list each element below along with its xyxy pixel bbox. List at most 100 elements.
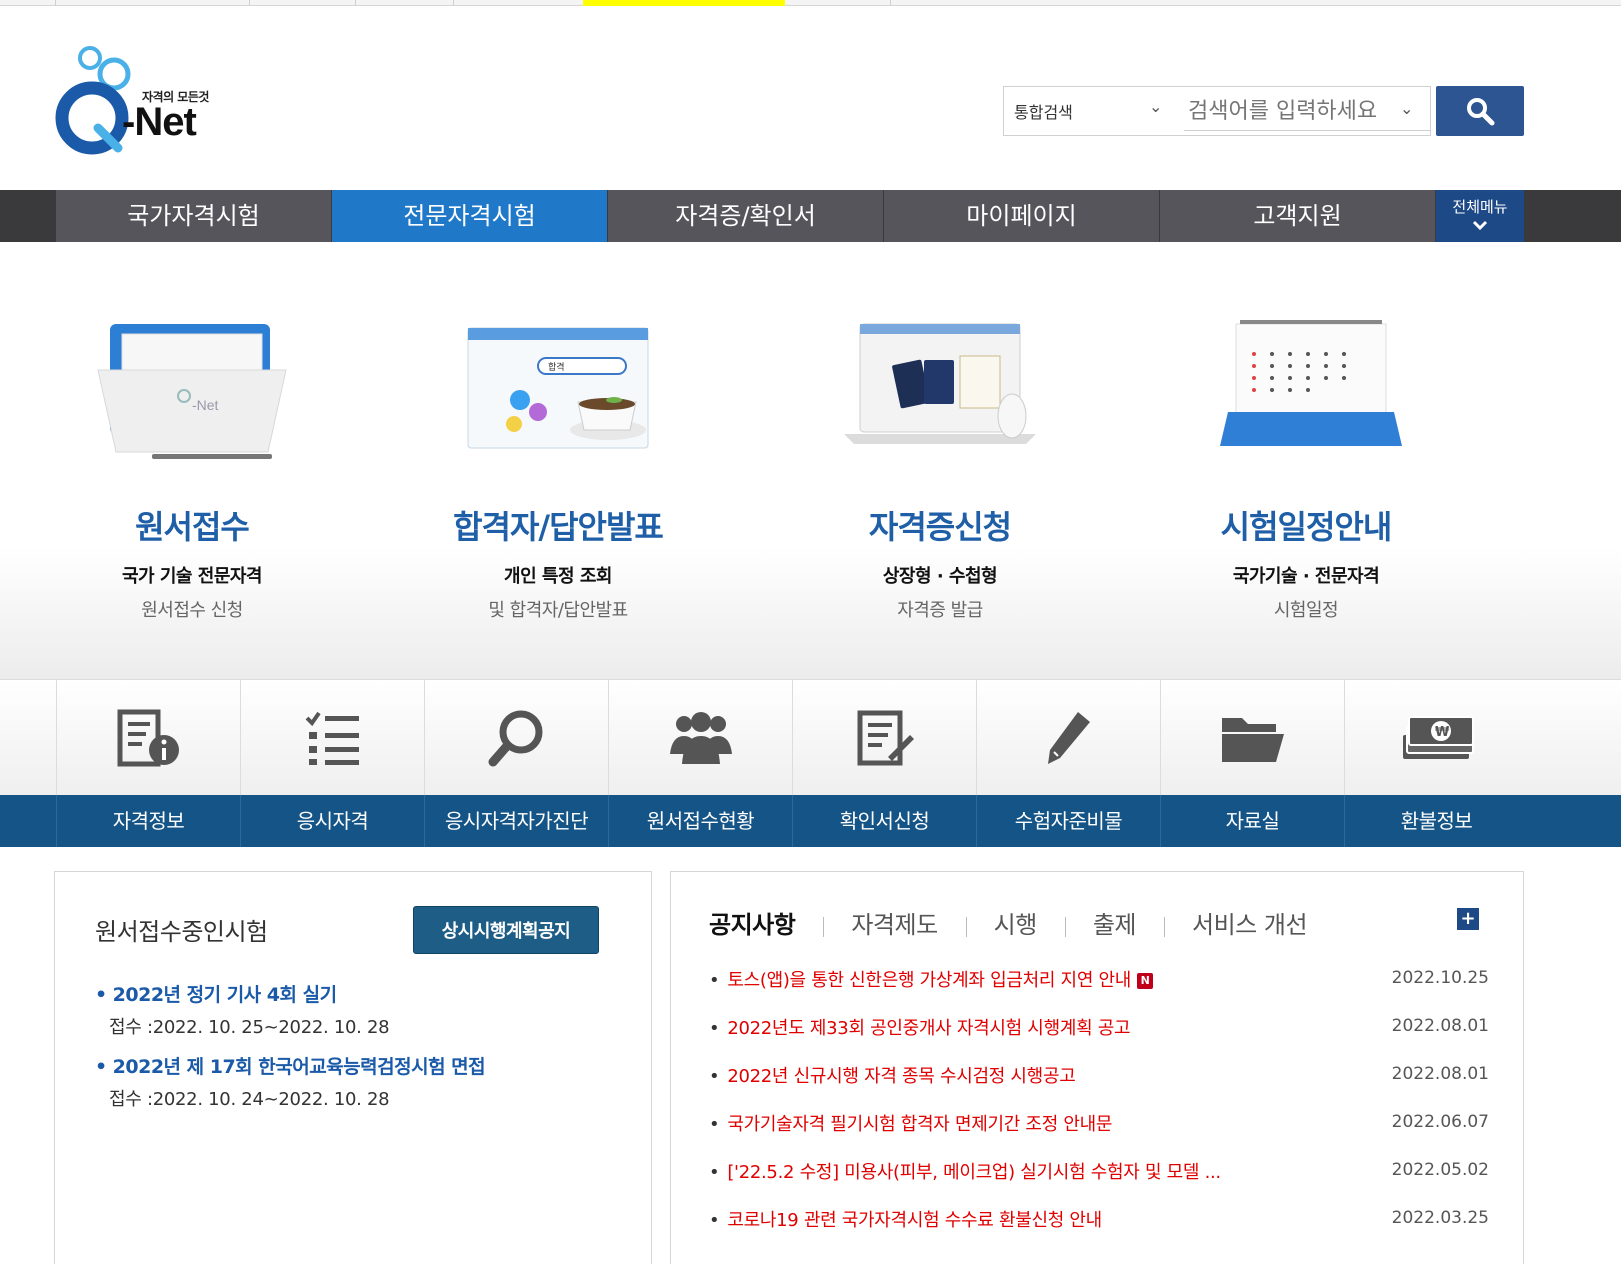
exam-item[interactable]: 2022년 제 17회 한국어교육능력검정시험 면접 접수 :2022. 10.… (95, 1052, 486, 1111)
browser-search-icon: 합격 (467, 327, 649, 449)
notice-date: 2022.05.02 (1391, 1160, 1489, 1180)
open-applications-panel: 원서접수중인시험 상시시행계획공지 2022년 정기 기사 4회 실기 접수 :… (54, 871, 652, 1264)
service-schedule[interactable]: 시험일정안내 국가기술 · 전문자격 시험일정 (1176, 300, 1436, 622)
chevron-down-icon (1472, 220, 1488, 231)
quick-qualification-info[interactable]: 자격정보 (56, 795, 240, 847)
gnb-professional-exam[interactable]: 전문자격시험 (332, 190, 608, 250)
notice-date: 2022.06.07 (1391, 1112, 1489, 1132)
notice-date: 2022.03.25 (1391, 1208, 1489, 1228)
service-application[interactable]: -Net 원서접수 국가 기술 전문자격 원서접수 신청 (62, 300, 322, 622)
chevron-down-icon[interactable]: ⌄ (1149, 97, 1162, 116)
quick-application-status[interactable]: 원서접수현황 (608, 795, 792, 847)
quick-icon-cell[interactable] (424, 680, 608, 796)
service-title: 시험일정안내 (1220, 508, 1393, 546)
service-description: 시험일정 (1273, 600, 1339, 621)
service-description: 원서접수 신청 (141, 600, 243, 621)
notice-title[interactable]: 국가기술자격 필기시험 합격자 면제기간 조정 안내문 (709, 1110, 1112, 1136)
gnb-national-exam[interactable]: 국가자격시험 (56, 190, 332, 242)
notice-row[interactable]: 토스(앱)을 통한 신한은행 가상계좌 입금처리 지연 안내N 2022.10.… (709, 966, 1489, 996)
gnb-mypage[interactable]: 마이페이지 (884, 190, 1160, 242)
all-menu-button[interactable]: 전체메뉴 (1436, 190, 1524, 242)
tab-administration[interactable]: 시행 (965, 905, 1065, 940)
notice-title[interactable]: ['22.5.2 수정] 미용사(피부, 메이크업) 실기시험 수험자 및 모델… (709, 1158, 1221, 1184)
calendar-icon (1220, 320, 1402, 446)
quick-icon-cell[interactable] (240, 680, 424, 796)
all-menu-label: 전체메뉴 (1452, 198, 1508, 216)
notice-row[interactable]: 국가기술자격 필기시험 합격자 면제기간 조정 안내문 2022.06.07 (709, 1110, 1489, 1140)
notice-date: 2022.08.01 (1391, 1016, 1489, 1036)
search-input[interactable] (1184, 93, 1430, 131)
notice-row[interactable]: 코로나19 관련 국가자격시험 수수료 환불신청 안내 2022.03.25 (709, 1206, 1489, 1236)
more-plus-icon[interactable]: + (1457, 908, 1479, 930)
quick-icon-cell[interactable] (1160, 680, 1344, 796)
notice-date: 2022.08.01 (1391, 1064, 1489, 1084)
service-subtitle: 상장형 · 수첩형 (882, 566, 998, 587)
notice-row[interactable]: 2022년 신규시행 자격 종목 수시검정 시행공고 2022.08.01 (709, 1062, 1489, 1092)
tab-qualification-system[interactable]: 자격제도 (823, 905, 965, 940)
gnb-customer-support[interactable]: 고객지원 (1160, 190, 1436, 242)
exam-period: 접수 :2022. 10. 24~2022. 10. 28 (109, 1089, 390, 1110)
notice-row[interactable]: ['22.5.2 수정] 미용사(피부, 메이크업) 실기시험 수험자 및 모델… (709, 1158, 1489, 1188)
notices-panel: 공지사항 자격제도 시행 출제 서비스 개선 + 토스(앱)을 통한 신한은행 … (670, 871, 1524, 1264)
folder-icon: -Net (97, 324, 287, 459)
main-navigation: 국가자격시험 전문자격시험 자격증/확인서 마이페이지 고객지원 전체메뉴 (0, 190, 1621, 250)
svg-text:₩: ₩ (1435, 725, 1450, 740)
notice-date: 2022.10.25 (1391, 968, 1489, 988)
logo-wordmark: -Net (122, 100, 197, 144)
quick-icon-cell[interactable] (792, 680, 976, 796)
checklist-icon (305, 711, 359, 765)
service-subtitle: 국가 기술 전문자격 (121, 566, 263, 587)
new-badge-icon: N (1137, 973, 1154, 989)
quick-resources[interactable]: 자료실 (1160, 795, 1344, 847)
quick-refund-info[interactable]: 환불정보 (1344, 795, 1528, 847)
chevron-down-icon[interactable]: ⌄ (1400, 99, 1413, 118)
search-button[interactable] (1436, 86, 1524, 136)
highlighted-tab-marker (583, 0, 785, 6)
notice-title[interactable]: 2022년도 제33회 공인중개사 자격시험 시행계획 공고 (709, 1014, 1130, 1040)
search-scope-select[interactable]: 통합검색 (1014, 99, 1073, 123)
gnb-certificate[interactable]: 자격증/확인서 (608, 190, 884, 242)
service-subtitle: 개인 특정 조회 (504, 566, 612, 587)
document-edit-icon (857, 710, 914, 766)
quick-icon-cell[interactable] (976, 680, 1160, 796)
browser-search-text: 합격 (548, 361, 565, 373)
quick-eligibility-self-check[interactable]: 응시자격자가진단 (424, 795, 608, 847)
exam-item[interactable]: 2022년 정기 기사 4회 실기 접수 :2022. 10. 25~2022.… (95, 980, 390, 1039)
exam-name[interactable]: 2022년 제 17회 한국어교육능력검정시험 면접 (95, 1052, 486, 1079)
notice-tabs: 공지사항 자격제도 시행 출제 서비스 개선 (709, 902, 1335, 942)
qnet-logo[interactable]: 자격의 모든것 -Net (54, 44, 224, 156)
tab-question-setting[interactable]: 출제 (1064, 905, 1164, 940)
service-title: 원서접수 (135, 508, 250, 546)
service-description: 자격증 발급 (897, 600, 983, 621)
magnifier-icon (488, 710, 542, 767)
document-info-icon (117, 709, 179, 767)
quick-menu-labels: 자격정보 응시자격 응시자격자가진단 원서접수현황 확인서신청 수험자준비물 자… (0, 795, 1621, 847)
service-title: 합격자/답안발표 (453, 508, 664, 546)
notice-title[interactable]: 코로나19 관련 국가자격시험 수수료 환불신청 안내 (709, 1206, 1102, 1232)
regular-plan-notice-button[interactable]: 상시시행계획공지 (413, 906, 599, 954)
quick-icon-cell[interactable] (608, 680, 792, 796)
pencil-icon (1047, 712, 1090, 764)
notice-title[interactable]: 토스(앱)을 통한 신한은행 가상계좌 입금처리 지연 안내N (709, 966, 1154, 992)
tab-service-improvement[interactable]: 서비스 개선 (1164, 905, 1335, 940)
laptop-certificate-icon (844, 323, 1036, 444)
quick-confirmation-request[interactable]: 확인서신청 (792, 795, 976, 847)
quick-menu-icons: ₩ (0, 679, 1621, 796)
service-results[interactable]: 합격 합격자/답안발표 개인 특정 조회 및 합격자/답안발표 (428, 300, 688, 622)
notice-row[interactable]: 2022년도 제33회 공인중개사 자격시험 시행계획 공고 2022.08.0… (709, 1014, 1489, 1044)
panel-title: 원서접수중인시험 (95, 918, 268, 946)
quick-icon-cell[interactable] (56, 680, 240, 796)
service-title: 자격증신청 (868, 508, 1012, 546)
quick-exam-supplies[interactable]: 수험자준비물 (976, 795, 1160, 847)
exam-name[interactable]: 2022년 정기 기사 4회 실기 (95, 980, 389, 1007)
exam-period: 접수 :2022. 10. 25~2022. 10. 28 (109, 1017, 390, 1038)
service-certificate[interactable]: 자격증신청 상장형 · 수첩형 자격증 발급 (810, 300, 1070, 622)
search-box: 통합검색 ⌄ ⌄ (1003, 86, 1431, 136)
notice-title[interactable]: 2022년 신규시행 자격 종목 수시검정 시행공고 (709, 1062, 1075, 1088)
quick-eligibility[interactable]: 응시자격 (240, 795, 424, 847)
money-icon: ₩ (1402, 716, 1474, 759)
tab-notices[interactable]: 공지사항 (709, 905, 823, 940)
people-icon (669, 712, 732, 764)
top-utility-strip (0, 0, 1621, 6)
quick-icon-cell[interactable]: ₩ (1344, 680, 1528, 796)
